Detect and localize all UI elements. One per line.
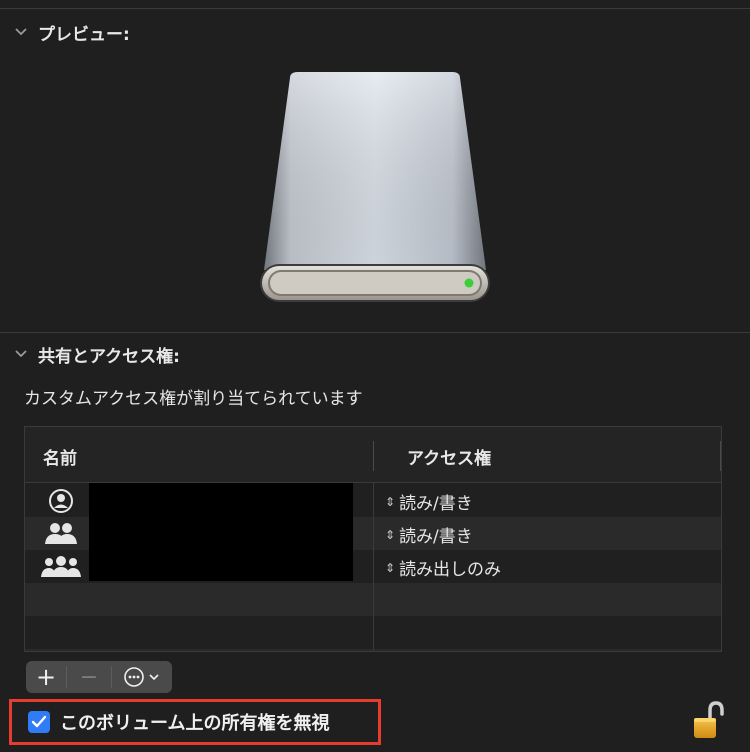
- ignore-ownership-label[interactable]: このボリューム上の所有権を無視: [60, 709, 329, 735]
- up-down-arrows-icon: ⇕: [385, 527, 396, 542]
- user-group-icon: [41, 521, 81, 547]
- ignore-ownership-checkbox[interactable]: [28, 711, 50, 733]
- access-popup[interactable]: ⇕ 読み/書き: [385, 489, 473, 514]
- ellipsis-circle-icon: [124, 667, 144, 687]
- access-level: 読み/書き: [399, 494, 473, 514]
- remove-button[interactable]: −: [67, 661, 111, 693]
- redacted-everyone-name: [89, 550, 353, 581]
- up-down-arrows-icon: ⇕: [385, 494, 396, 509]
- table-header: 名前 アクセス権: [25, 427, 721, 483]
- access-popup[interactable]: ⇕ 読み出しのみ: [385, 555, 501, 580]
- section-divider: [0, 332, 750, 333]
- column-separator: [720, 441, 721, 471]
- preview-section-header[interactable]: プレビュー:: [14, 18, 130, 46]
- table-action-bar: + −: [26, 661, 172, 693]
- chevron-down-icon: [149, 673, 159, 680]
- up-down-arrows-icon: ⇕: [385, 560, 396, 575]
- redacted-group-name: [89, 517, 353, 550]
- top-divider: [0, 8, 750, 9]
- chevron-down-icon: [14, 347, 28, 361]
- column-separator: [373, 483, 374, 651]
- column-separator: [373, 441, 374, 471]
- access-level: 読み/書き: [399, 527, 473, 547]
- checkmark-icon: [31, 715, 47, 728]
- access-popup[interactable]: ⇕ 読み/書き: [385, 522, 473, 547]
- add-button[interactable]: +: [26, 661, 66, 693]
- unlocked-padlock-icon[interactable]: [690, 700, 724, 742]
- redacted-user-name: [89, 483, 353, 517]
- action-menu-button[interactable]: [112, 661, 170, 693]
- permissions-table: 名前 アクセス権 ⇕ 読み/書き ⇕ 読み/書き ⇕ 読み出しのみ: [24, 426, 722, 652]
- access-level: 読み出しのみ: [399, 560, 502, 580]
- sharing-title: 共有とアクセス権:: [38, 346, 180, 367]
- ignore-ownership-option: このボリューム上の所有権を無視: [9, 699, 381, 745]
- everyone-icon: [41, 554, 81, 580]
- sharing-section-header[interactable]: 共有とアクセス権:: [14, 340, 180, 368]
- chevron-down-icon: [14, 25, 28, 39]
- permissions-status-text: カスタムアクセス権が割り当てられています: [24, 389, 363, 409]
- column-header-access[interactable]: アクセス権: [407, 444, 491, 469]
- external-drive-icon: [250, 64, 500, 314]
- single-user-icon: [41, 488, 81, 514]
- preview-title: プレビュー:: [38, 24, 130, 45]
- column-header-name[interactable]: 名前: [43, 444, 77, 469]
